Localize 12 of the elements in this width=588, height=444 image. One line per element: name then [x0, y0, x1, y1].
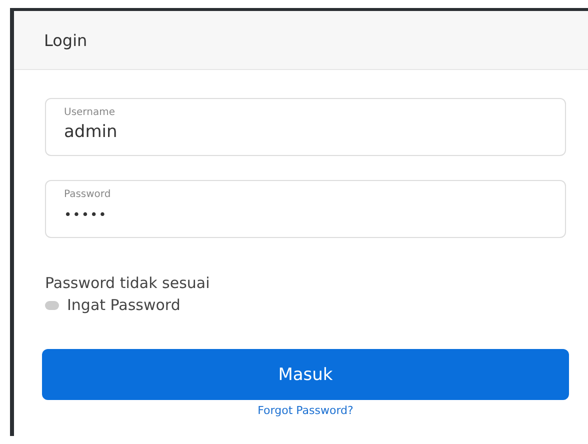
field-label: Username	[64, 107, 116, 118]
field-label: Password	[64, 189, 112, 200]
card-title: Login	[44, 30, 88, 50]
login-button[interactable]: Masuk	[42, 349, 569, 400]
error-message: Password tidak sesuai	[45, 274, 211, 292]
checkbox[interactable]	[45, 300, 59, 310]
field-value[interactable]: •••••	[64, 208, 547, 223]
password-field[interactable]: Password •••••	[45, 180, 566, 238]
username-field[interactable]: Username admin	[45, 98, 566, 156]
checkbox-label: Ingat Password	[67, 296, 180, 314]
field-value[interactable]: admin	[64, 122, 547, 142]
forgot-password-link[interactable]: Forgot Password?	[258, 404, 354, 417]
